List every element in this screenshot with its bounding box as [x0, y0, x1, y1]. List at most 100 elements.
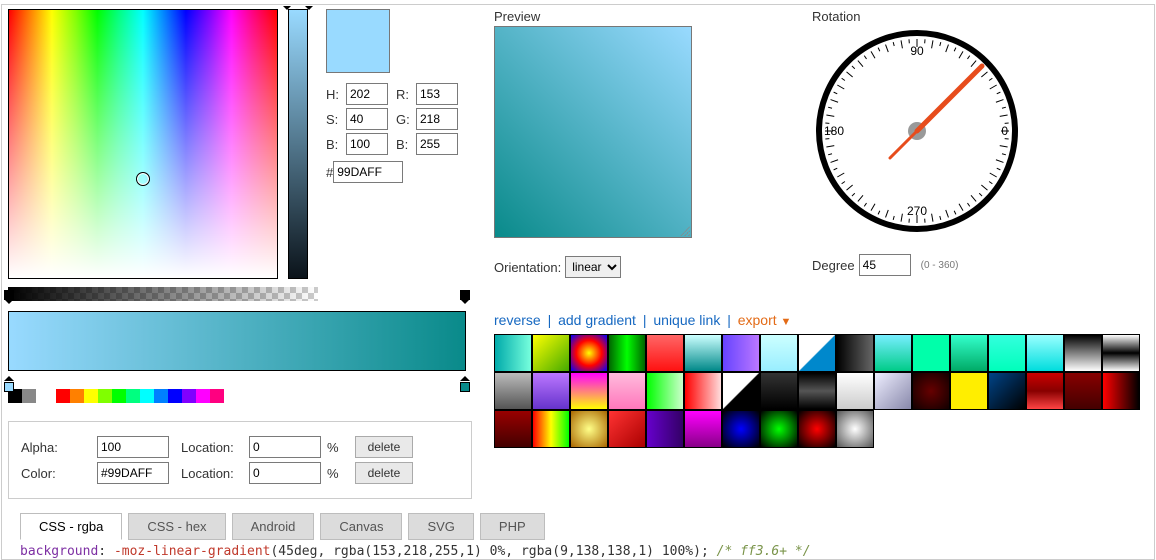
palette-swatch[interactable]	[84, 389, 98, 403]
color-stop-start[interactable]	[4, 371, 14, 383]
tab-svg[interactable]: SVG	[408, 513, 473, 540]
color-stop-end[interactable]	[460, 371, 470, 383]
orientation-select[interactable]: linear	[565, 256, 621, 278]
h-input[interactable]	[346, 83, 388, 105]
export-link[interactable]: export	[738, 312, 777, 328]
preset-swatch[interactable]	[494, 372, 532, 410]
preset-swatch[interactable]	[532, 334, 570, 372]
preset-swatch[interactable]	[912, 372, 950, 410]
opacity-stop-end[interactable]	[460, 299, 470, 311]
preset-swatch[interactable]	[760, 372, 798, 410]
preset-swatch[interactable]	[798, 334, 836, 372]
preset-swatch[interactable]	[874, 334, 912, 372]
preset-swatch[interactable]	[608, 334, 646, 372]
preset-swatch[interactable]	[1102, 372, 1140, 410]
palette-swatch[interactable]	[168, 389, 182, 403]
palette-swatch[interactable]	[196, 389, 210, 403]
preset-swatch[interactable]	[874, 372, 912, 410]
preset-swatch[interactable]	[1102, 334, 1140, 372]
preset-swatch[interactable]	[722, 410, 760, 448]
preset-swatch[interactable]	[988, 372, 1026, 410]
blue-input[interactable]	[416, 133, 458, 155]
preset-swatch[interactable]	[760, 410, 798, 448]
slider-handle-icon[interactable]	[283, 6, 291, 14]
palette-swatch[interactable]	[210, 389, 224, 403]
gradient-editor[interactable]	[8, 311, 466, 371]
preset-swatch[interactable]	[646, 410, 684, 448]
tab-css-hex[interactable]: CSS - hex	[128, 513, 225, 540]
slider-handle-icon[interactable]	[305, 6, 313, 14]
preset-swatch[interactable]	[532, 372, 570, 410]
preset-swatch[interactable]	[836, 334, 874, 372]
location-label-2: Location:	[181, 466, 243, 481]
unique-link[interactable]: unique link	[653, 312, 720, 328]
rotation-label: Rotation	[812, 9, 1022, 24]
preset-swatch[interactable]	[1026, 334, 1064, 372]
preset-swatch[interactable]	[684, 334, 722, 372]
color-location-input[interactable]	[249, 462, 321, 484]
palette-swatch[interactable]	[98, 389, 112, 403]
preset-swatch[interactable]	[608, 372, 646, 410]
preset-swatch[interactable]	[570, 410, 608, 448]
b-input[interactable]	[346, 133, 388, 155]
degree-input[interactable]	[859, 254, 911, 276]
color-input[interactable]	[97, 462, 169, 484]
lightness-slider[interactable]	[288, 9, 308, 279]
caret-down-icon[interactable]: ▼	[781, 316, 792, 328]
preset-swatch[interactable]	[950, 372, 988, 410]
r-input[interactable]	[416, 83, 458, 105]
preset-swatch[interactable]	[494, 410, 532, 448]
tab-android[interactable]: Android	[232, 513, 315, 540]
g-input[interactable]	[416, 108, 458, 130]
preset-swatch[interactable]	[798, 410, 836, 448]
preset-swatch[interactable]	[684, 410, 722, 448]
preset-swatch[interactable]	[532, 410, 570, 448]
preset-swatch[interactable]	[912, 334, 950, 372]
palette-swatch[interactable]	[112, 389, 126, 403]
palette-swatch[interactable]	[182, 389, 196, 403]
preset-swatch[interactable]	[836, 372, 874, 410]
tab-php[interactable]: PHP	[480, 513, 545, 540]
reverse-link[interactable]: reverse	[494, 312, 541, 328]
s-input[interactable]	[346, 108, 388, 130]
alpha-slider[interactable]	[8, 287, 318, 301]
preset-swatch[interactable]	[722, 334, 760, 372]
sv-cursor[interactable]	[136, 172, 150, 186]
preset-swatch[interactable]	[608, 410, 646, 448]
preset-swatch[interactable]	[760, 334, 798, 372]
preset-swatch[interactable]	[646, 334, 684, 372]
preset-swatch[interactable]	[1064, 372, 1102, 410]
palette-swatch[interactable]	[22, 389, 36, 403]
palette-swatch[interactable]	[140, 389, 154, 403]
preset-swatch[interactable]	[950, 334, 988, 372]
preset-swatch[interactable]	[1064, 334, 1102, 372]
tab-css-rgba[interactable]: CSS - rgba	[20, 513, 122, 540]
preset-swatch[interactable]	[798, 372, 836, 410]
preset-swatch[interactable]	[836, 410, 874, 448]
palette-swatch[interactable]	[56, 389, 70, 403]
palette-swatch[interactable]	[126, 389, 140, 403]
palette-swatch[interactable]	[70, 389, 84, 403]
preset-swatch[interactable]	[1026, 372, 1064, 410]
preset-swatch[interactable]	[494, 334, 532, 372]
preset-swatch[interactable]	[646, 372, 684, 410]
g-label: G:	[396, 112, 416, 127]
palette-swatch[interactable]	[154, 389, 168, 403]
alpha-input[interactable]	[97, 436, 169, 458]
sv-color-picker[interactable]	[8, 9, 278, 279]
preset-swatch[interactable]	[988, 334, 1026, 372]
preset-swatch[interactable]	[570, 334, 608, 372]
current-color-swatch	[326, 9, 390, 73]
hex-input[interactable]	[333, 161, 403, 183]
preset-swatch[interactable]	[684, 372, 722, 410]
opacity-stop-start[interactable]	[4, 299, 14, 311]
preset-swatch[interactable]	[722, 372, 760, 410]
alpha-location-input[interactable]	[249, 436, 321, 458]
rotation-dial[interactable]: 90 0 270 180	[812, 26, 1022, 236]
delete-color-stop-button[interactable]: delete	[355, 462, 414, 484]
preset-swatch[interactable]	[570, 372, 608, 410]
resize-grip-icon[interactable]	[680, 226, 690, 236]
add-gradient-link[interactable]: add gradient	[558, 312, 636, 328]
delete-alpha-stop-button[interactable]: delete	[355, 436, 414, 458]
tab-canvas[interactable]: Canvas	[320, 513, 402, 540]
